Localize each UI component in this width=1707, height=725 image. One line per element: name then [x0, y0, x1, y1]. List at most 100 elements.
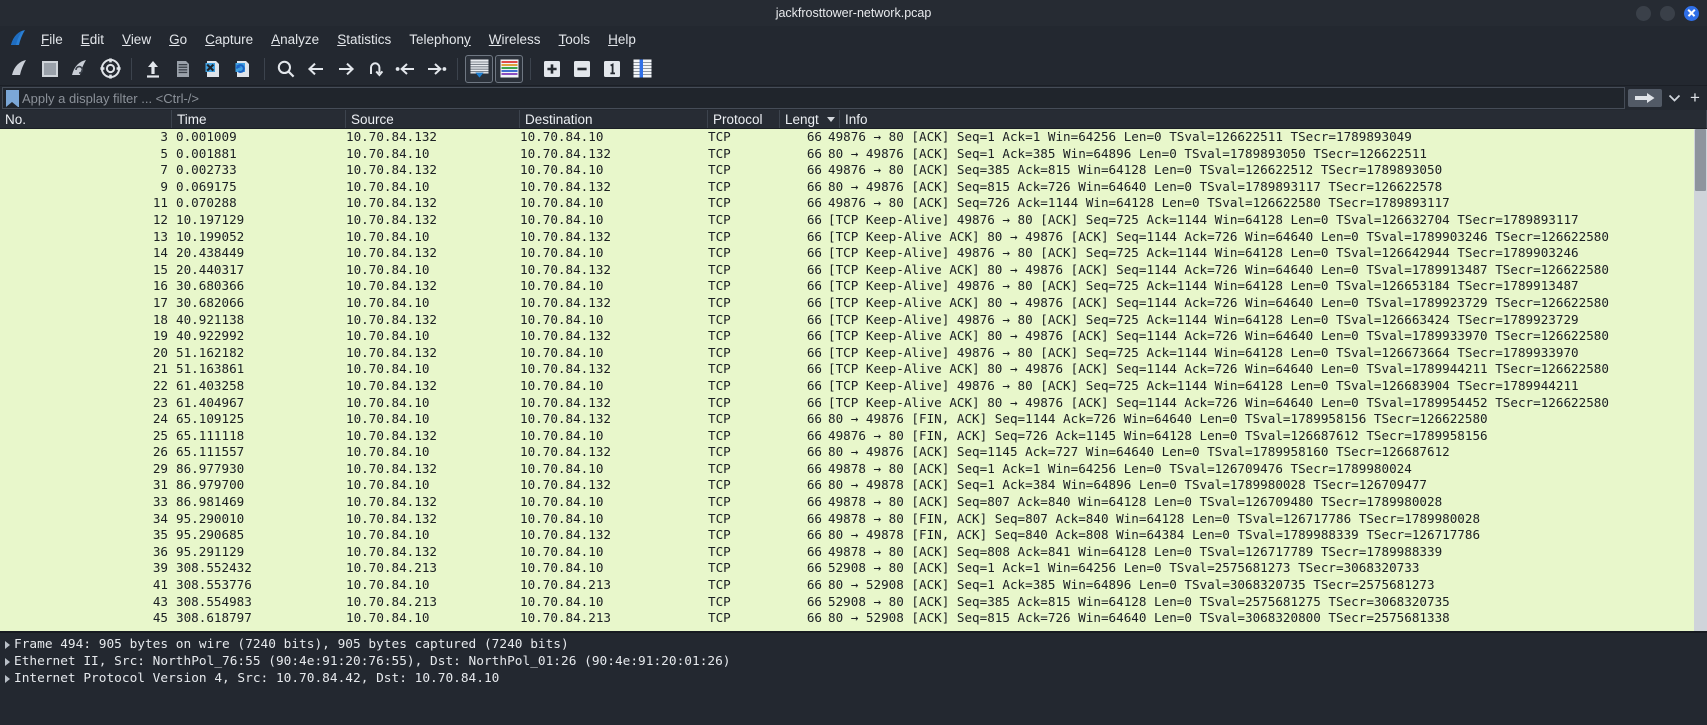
- packet-info: [TCP Keep-Alive ACK] 80 → 49876 [ACK] Se…: [828, 294, 1609, 310]
- detail-row[interactable]: Frame 494: 905 bytes on wire (7240 bits)…: [0, 636, 1707, 653]
- packet-destination: 10.70.84.10: [520, 129, 604, 144]
- column-header-source[interactable]: Source: [346, 110, 520, 128]
- toolbar-separator: [530, 57, 531, 80]
- detail-row[interactable]: Internet Protocol Version 4, Src: 10.70.…: [0, 670, 1707, 687]
- table-row[interactable]: 19 40.922992 10.70.84.10 10.70.84.132 TCP 66 […: [0, 328, 1707, 345]
- display-filter-placeholder: Apply a display filter ... <Ctrl-/>: [22, 90, 200, 106]
- table-row[interactable]: 16 30.680366 10.70.84.132 10.70.84.10 TCP 66 […: [0, 278, 1707, 295]
- save-file-icon[interactable]: [169, 55, 197, 83]
- zoom-out-icon[interactable]: [568, 55, 596, 83]
- packet-time: 40.922992: [176, 328, 245, 344]
- open-file-icon[interactable]: [139, 55, 167, 83]
- table-row[interactable]: 22 61.403258 10.70.84.132 10.70.84.10 TCP 66 […: [0, 378, 1707, 395]
- menu-edit[interactable]: Edit: [72, 30, 113, 49]
- table-row[interactable]: 45 308.618797 10.70.84.10 10.70.84.213 TCP 66…: [0, 610, 1707, 627]
- maximize-button[interactable]: [1660, 5, 1675, 21]
- packet-list-scrollbar[interactable]: [1694, 129, 1707, 631]
- expand-triangle-icon[interactable]: [0, 674, 14, 683]
- menu-capture[interactable]: Capture: [196, 30, 262, 49]
- table-row[interactable]: 34 95.290010 10.70.84.132 10.70.84.10 TCP 66 4…: [0, 511, 1707, 528]
- packet-info: 80 → 52908 [ACK] Seq=1 Ack=385 Win=64896…: [828, 577, 1435, 593]
- column-header-info[interactable]: Info: [840, 110, 1707, 128]
- table-row[interactable]: 41 308.553776 10.70.84.10 10.70.84.213 TCP 66…: [0, 577, 1707, 594]
- table-row[interactable]: 26 65.111557 10.70.84.10 10.70.84.132 TCP 66 8…: [0, 444, 1707, 461]
- go-forward-icon[interactable]: [332, 55, 360, 83]
- capture-options-icon[interactable]: [96, 55, 124, 83]
- table-row[interactable]: 23 61.404967 10.70.84.10 10.70.84.132 TCP 66 […: [0, 395, 1707, 412]
- menu-analyze[interactable]: Analyze: [262, 30, 328, 49]
- table-row[interactable]: 9 0.069175 10.70.84.10 10.70.84.132 TCP 66 80 …: [0, 179, 1707, 196]
- menu-help[interactable]: Help: [599, 30, 645, 49]
- column-header-length[interactable]: Lengt: [780, 110, 840, 128]
- packet-length: 66: [806, 460, 822, 476]
- menu-file[interactable]: File: [32, 30, 72, 49]
- packet-protocol: TCP: [708, 477, 731, 493]
- table-row[interactable]: 5 0.001881 10.70.84.10 10.70.84.132 TCP 66 80 …: [0, 146, 1707, 163]
- packet-time: 30.680366: [176, 278, 245, 294]
- colorize-packets-icon[interactable]: [495, 54, 523, 83]
- find-packet-icon[interactable]: [272, 55, 300, 83]
- packet-length: 66: [806, 577, 822, 593]
- restart-capture-icon[interactable]: [66, 55, 94, 83]
- table-row[interactable]: 35 95.290685 10.70.84.10 10.70.84.132 TCP 66 8…: [0, 527, 1707, 544]
- scrollbar-thumb[interactable]: [1695, 129, 1706, 191]
- table-row[interactable]: 25 65.111118 10.70.84.132 10.70.84.10 TCP 66 4…: [0, 428, 1707, 445]
- table-row[interactable]: 18 40.921138 10.70.84.132 10.70.84.10 TCP 66 […: [0, 312, 1707, 329]
- table-row[interactable]: 11 0.070288 10.70.84.132 10.70.84.10 TCP 66 49…: [0, 195, 1707, 212]
- start-capture-icon[interactable]: [6, 55, 34, 83]
- packet-info: [TCP Keep-Alive] 49876 → 80 [ACK] Seq=72…: [828, 211, 1579, 227]
- go-to-packet-icon[interactable]: [362, 55, 390, 83]
- stop-capture-icon[interactable]: [36, 55, 64, 83]
- apply-filter-arrow-icon[interactable]: [1628, 89, 1662, 107]
- table-row[interactable]: 29 86.977930 10.70.84.132 10.70.84.10 TCP 66 4…: [0, 461, 1707, 478]
- column-header-time[interactable]: Time: [172, 110, 346, 128]
- table-row[interactable]: 7 0.002733 10.70.84.132 10.70.84.10 TCP 66 498…: [0, 162, 1707, 179]
- close-icon[interactable]: [1684, 5, 1699, 21]
- menu-view[interactable]: View: [113, 30, 160, 49]
- table-row[interactable]: 21 51.163861 10.70.84.10 10.70.84.132 TCP 66 […: [0, 361, 1707, 378]
- table-row[interactable]: 12 10.197129 10.70.84.132 10.70.84.10 TCP 66 […: [0, 212, 1707, 229]
- close-file-icon[interactable]: [199, 55, 227, 83]
- auto-scroll-icon[interactable]: [465, 54, 493, 83]
- packet-rows[interactable]: 3 0.001009 10.70.84.132 10.70.84.10 TCP 66 498…: [0, 129, 1707, 631]
- menu-wireless[interactable]: Wireless: [480, 30, 550, 49]
- resize-columns-icon[interactable]: [628, 55, 656, 83]
- expand-triangle-icon[interactable]: [0, 657, 14, 666]
- minimize-button[interactable]: [1636, 5, 1651, 21]
- reload-file-icon[interactable]: [229, 55, 257, 83]
- menu-go[interactable]: Go: [160, 30, 196, 49]
- go-to-last-packet-icon[interactable]: [422, 55, 450, 83]
- table-row[interactable]: 15 20.440317 10.70.84.10 10.70.84.132 TCP 66 […: [0, 262, 1707, 279]
- zoom-in-icon[interactable]: [538, 55, 566, 83]
- packet-time: 86.979700: [176, 477, 245, 493]
- table-row[interactable]: 43 308.554983 10.70.84.213 10.70.84.10 TCP 66…: [0, 594, 1707, 611]
- column-header-no[interactable]: No.: [0, 110, 172, 128]
- menu-telephony[interactable]: Telephony: [400, 30, 480, 49]
- menu-tools[interactable]: Tools: [550, 30, 600, 49]
- table-row[interactable]: 24 65.109125 10.70.84.10 10.70.84.132 TCP 66 8…: [0, 411, 1707, 428]
- bookmark-icon[interactable]: [6, 89, 19, 107]
- menu-statistics[interactable]: Statistics: [328, 30, 400, 49]
- go-back-icon[interactable]: [302, 55, 330, 83]
- table-row[interactable]: 33 86.981469 10.70.84.132 10.70.84.10 TCP 66 4…: [0, 494, 1707, 511]
- add-filter-button[interactable]: +: [1685, 87, 1705, 109]
- packet-destination: 10.70.84.132: [520, 361, 611, 377]
- expand-triangle-icon[interactable]: [0, 640, 14, 649]
- table-row[interactable]: 20 51.162182 10.70.84.132 10.70.84.10 TCP 66 […: [0, 345, 1707, 362]
- packet-length: 66: [806, 444, 822, 460]
- go-to-first-packet-icon[interactable]: [392, 55, 420, 83]
- zoom-reset-icon[interactable]: [598, 55, 626, 83]
- table-row[interactable]: 17 30.682066 10.70.84.10 10.70.84.132 TCP 66 […: [0, 295, 1707, 312]
- column-header-destination[interactable]: Destination: [520, 110, 708, 128]
- table-row[interactable]: 36 95.291129 10.70.84.132 10.70.84.10 TCP 66 4…: [0, 544, 1707, 561]
- chevron-down-icon[interactable]: [1665, 87, 1683, 109]
- table-row[interactable]: 31 86.979700 10.70.84.10 10.70.84.132 TCP 66 8…: [0, 477, 1707, 494]
- column-header-protocol[interactable]: Protocol: [708, 110, 780, 128]
- packet-destination: 10.70.84.10: [520, 460, 604, 476]
- table-row[interactable]: 3 0.001009 10.70.84.132 10.70.84.10 TCP 66 498…: [0, 129, 1707, 146]
- table-row[interactable]: 14 20.438449 10.70.84.132 10.70.84.10 TCP 66 […: [0, 245, 1707, 262]
- table-row[interactable]: 39 308.552432 10.70.84.213 10.70.84.10 TCP 66…: [0, 560, 1707, 577]
- table-row[interactable]: 13 10.199052 10.70.84.10 10.70.84.132 TCP 66 […: [0, 229, 1707, 246]
- display-filter-input[interactable]: Apply a display filter ... <Ctrl-/>: [2, 87, 1625, 109]
- detail-row[interactable]: Ethernet II, Src: NorthPol_76:55 (90:4e:…: [0, 653, 1707, 670]
